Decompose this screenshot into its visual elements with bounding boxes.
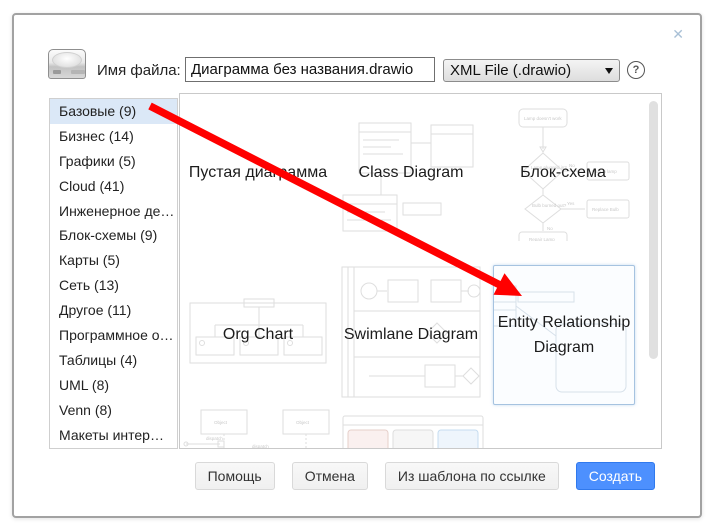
category-uml[interactable]: UML (8) xyxy=(50,373,177,398)
template-label: Swimlane Diagram xyxy=(344,322,478,347)
template-label: Class Diagram xyxy=(359,160,464,185)
template-flowchart[interactable]: Lamp doesn't work Lamp plugged in? No Pl… xyxy=(493,103,633,241)
help-button[interactable]: Помощь xyxy=(195,462,275,490)
file-format-select[interactable]: XML File (.drawio) xyxy=(443,59,620,82)
svg-text:Bulb burned out?: Bulb burned out? xyxy=(532,203,567,208)
help-icon[interactable]: ? xyxy=(627,61,645,79)
svg-text:dispatch: dispatch xyxy=(206,436,223,441)
template-swimlane-diagram[interactable]: Swimlane Diagram xyxy=(341,265,481,403)
template-panel: Пустая диаграмма Class Diagram xyxy=(179,93,662,449)
svg-text:Yes: Yes xyxy=(567,201,575,206)
category-engineering[interactable]: Инженерное де… xyxy=(50,199,177,224)
category-basic[interactable]: Базовые (9) xyxy=(50,99,177,124)
svg-text:Object: Object xyxy=(214,420,228,425)
create-diagram-dialog: ✕ Имя файла: XML File (.drawio) ? Базовы… xyxy=(12,13,702,518)
svg-text:Replace Bulb: Replace Bulb xyxy=(592,207,619,212)
from-template-url-button[interactable]: Из шаблона по ссылке xyxy=(385,462,559,490)
filename-label: Имя файла: xyxy=(97,62,181,79)
template-label: Блок-схема xyxy=(520,160,606,185)
category-business[interactable]: Бизнес (14) xyxy=(50,124,177,149)
close-icon[interactable]: ✕ xyxy=(672,27,684,41)
category-list: Базовые (9) Бизнес (14) Графики (5) Clou… xyxy=(49,98,178,449)
template-label: Entity Relationship Diagram xyxy=(494,310,634,360)
svg-text:dispatch: dispatch xyxy=(252,444,269,449)
category-venn[interactable]: Venn (8) xyxy=(50,398,177,423)
file-format-select-wrap: XML File (.drawio) xyxy=(443,59,620,82)
category-software[interactable]: Программное о… xyxy=(50,323,177,348)
category-tables[interactable]: Таблицы (4) xyxy=(50,348,177,373)
category-cloud[interactable]: Cloud (41) xyxy=(50,174,177,199)
template-org-chart[interactable]: Org Chart xyxy=(188,265,328,403)
category-maps[interactable]: Карты (5) xyxy=(50,248,177,273)
svg-text:No: No xyxy=(547,226,553,231)
svg-text:Lamp doesn't work: Lamp doesn't work xyxy=(524,116,562,121)
panel-scrollbar-thumb[interactable] xyxy=(649,101,658,359)
svg-text:Object: Object xyxy=(296,420,310,425)
filename-input[interactable] xyxy=(185,57,435,82)
category-charts[interactable]: Графики (5) xyxy=(50,149,177,174)
template-label: Org Chart xyxy=(223,322,293,347)
svg-text:Repair Lamp: Repair Lamp xyxy=(529,237,555,241)
dialog-footer: Помощь Отмена Из шаблона по ссылке Созда… xyxy=(195,462,655,490)
sequence-and-mockup-previews: Object Object dispatch dispatch xyxy=(180,394,662,449)
category-mockups[interactable]: Макеты интер… xyxy=(50,423,177,448)
category-other[interactable]: Другое (11) xyxy=(50,298,177,323)
disk-drive-icon xyxy=(48,49,86,79)
cancel-button[interactable]: Отмена xyxy=(292,462,368,490)
template-blank-diagram[interactable]: Пустая диаграмма xyxy=(188,103,328,241)
template-entity-relationship-diagram[interactable]: Entity Relationship Diagram xyxy=(493,265,635,405)
template-class-diagram[interactable]: Class Diagram xyxy=(341,103,481,241)
category-network[interactable]: Сеть (13) xyxy=(50,273,177,298)
category-flowcharts[interactable]: Блок-схемы (9) xyxy=(50,223,177,248)
create-button[interactable]: Создать xyxy=(576,462,655,490)
template-label: Пустая диаграмма xyxy=(189,160,327,185)
